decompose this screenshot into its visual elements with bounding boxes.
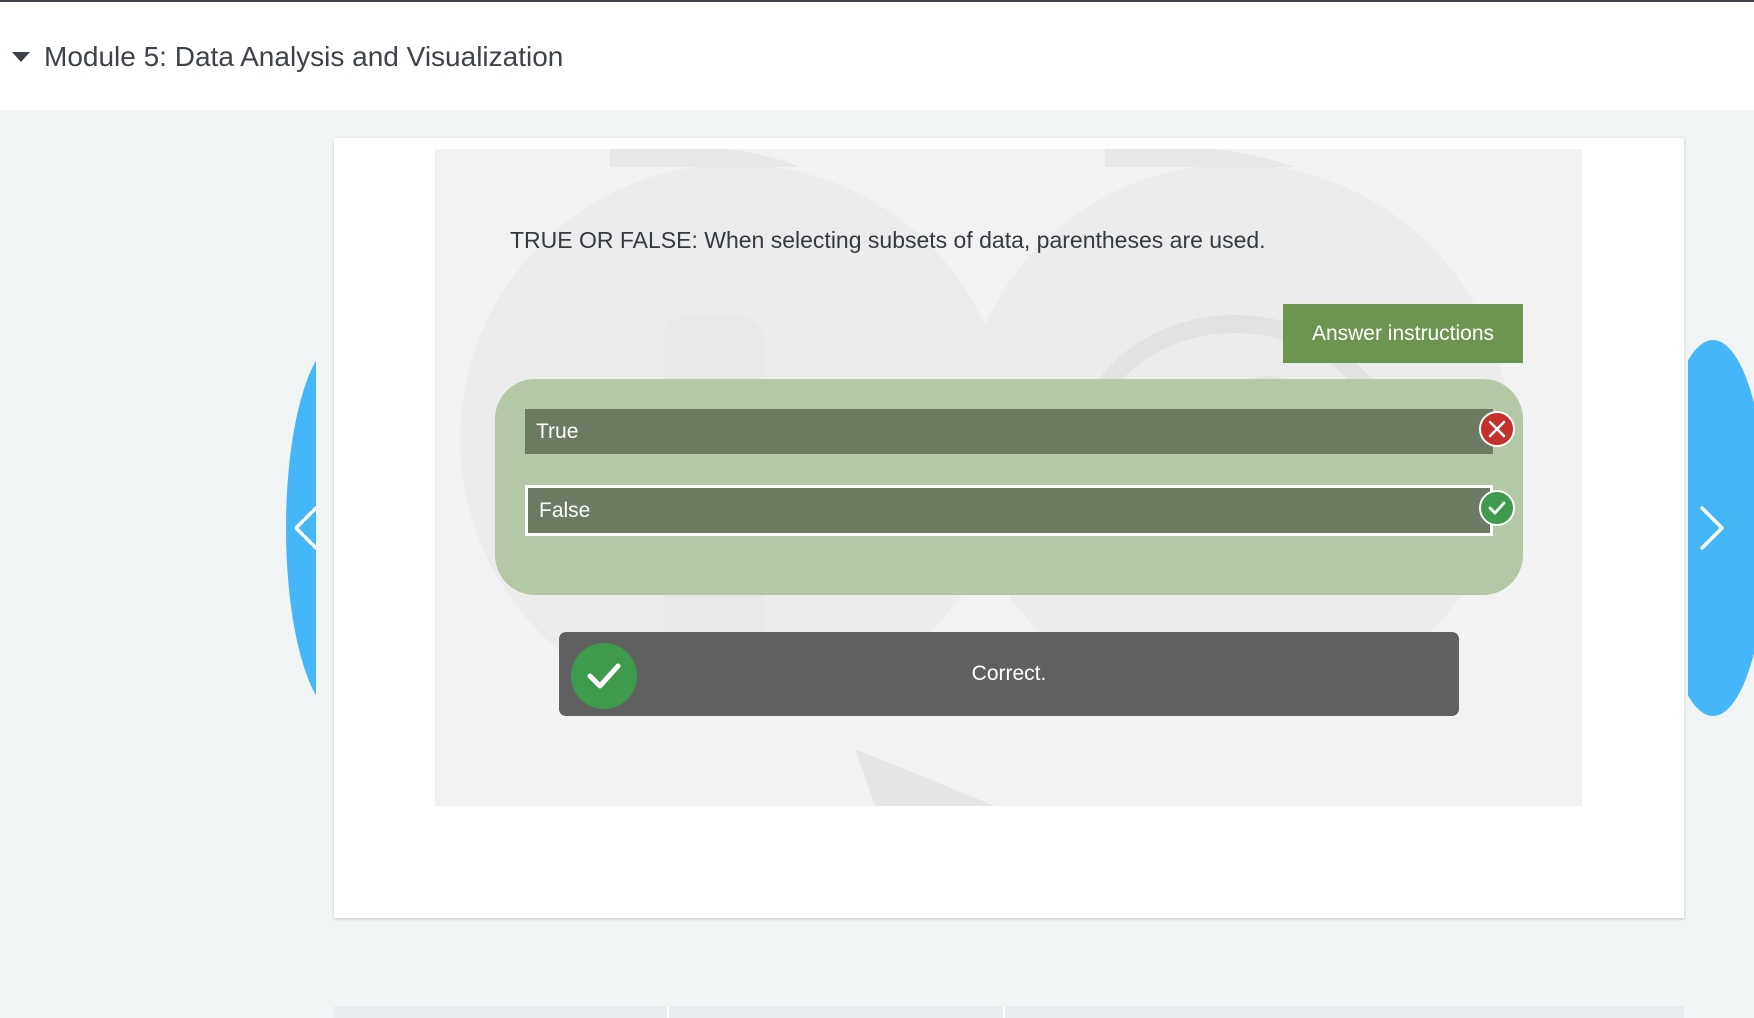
chevron-left-icon [294, 506, 316, 550]
feedback-banner: Correct. [559, 632, 1459, 716]
options-panel: True False [495, 379, 1523, 595]
quiz-slide: TRUE OR FALSE: When selecting subsets of… [435, 149, 1582, 806]
next-section-strip [334, 1006, 1684, 1018]
option-false[interactable]: False [525, 485, 1493, 536]
option-label: True [536, 419, 579, 443]
answer-instructions-button[interactable]: Answer instructions [1283, 304, 1523, 363]
caret-down-icon[interactable] [12, 52, 30, 62]
divider [667, 1006, 669, 1018]
option-true[interactable]: True [525, 409, 1493, 454]
check-circle-icon [1479, 490, 1515, 526]
slide-card: TRUE OR FALSE: When selecting subsets of… [334, 138, 1684, 918]
module-header[interactable]: Module 5: Data Analysis and Visualizatio… [0, 2, 1754, 110]
feedback-text: Correct. [971, 662, 1047, 685]
divider [1003, 1006, 1005, 1018]
question-text: TRUE OR FALSE: When selecting subsets of… [510, 227, 1266, 253]
chevron-right-icon [1700, 506, 1724, 550]
module-title: Module 5: Data Analysis and Visualizatio… [44, 41, 564, 72]
x-circle-icon [1479, 411, 1515, 447]
option-label: False [539, 498, 591, 522]
